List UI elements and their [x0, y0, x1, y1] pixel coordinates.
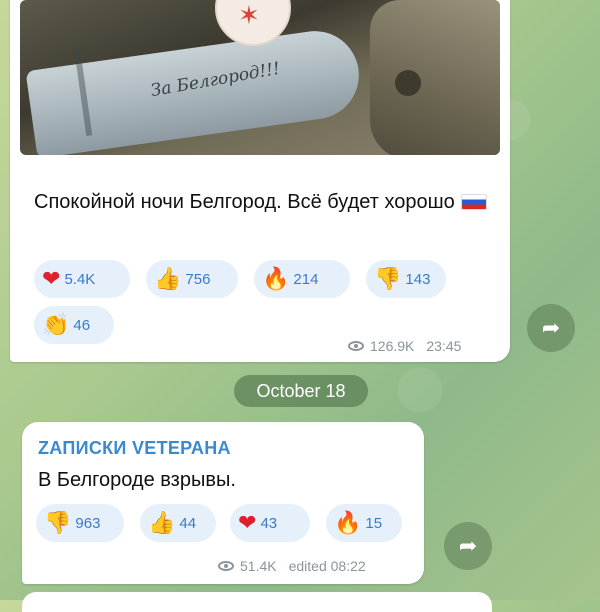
channel-post-2: ZАПИСКИ VЕТЕРАНА В Белгороде взрывы. 👎 9…	[22, 422, 424, 584]
forward-button-1[interactable]: ➦	[527, 304, 575, 352]
reaction-clap[interactable]: 👏 46	[34, 306, 114, 344]
reaction-heart[interactable]: ❤ 5.4K	[34, 260, 130, 298]
reaction-count: 5.4K	[64, 270, 96, 288]
clapping-hands-icon: 👏	[42, 312, 70, 337]
post-time: edited 08:22	[288, 558, 366, 574]
reaction-thumbs-down[interactable]: 👎 143	[366, 260, 446, 298]
red-heart-icon: ❤	[42, 266, 61, 291]
post-photo[interactable]: За Белгород!!! ✶	[20, 0, 500, 155]
reaction-count: 143	[405, 270, 431, 288]
reaction-thumbs-up[interactable]: 👍 44	[140, 504, 216, 542]
view-count: 126.9K	[370, 338, 415, 354]
reaction-count: 44	[179, 514, 197, 532]
photo-rock-hole	[395, 70, 421, 96]
reaction-count: 214	[293, 270, 319, 288]
forward-button-2[interactable]: ➦	[444, 522, 492, 570]
thumbs-up-icon: 👍	[154, 266, 182, 291]
reaction-thumbs-up[interactable]: 👍 756	[146, 260, 238, 298]
next-message-edge	[22, 592, 492, 612]
reaction-fire[interactable]: 🔥 15	[326, 504, 402, 542]
views-eye-icon	[348, 341, 364, 351]
fire-icon: 🔥	[262, 266, 290, 291]
reaction-count: 15	[365, 514, 383, 532]
view-count: 51.4K	[240, 558, 277, 574]
channel-name[interactable]: ZАПИСКИ VЕТЕРАНА	[38, 438, 231, 459]
reaction-count: 963	[75, 514, 101, 532]
photo-rock	[370, 0, 500, 155]
channel-post-1: За Белгород!!! ✶ Спокойной ночи Белгород…	[10, 0, 510, 362]
post-meta: 126.9K 23:45	[348, 338, 461, 354]
post-text: Спокойной ночи Белгород. Всё будет хорош…	[34, 188, 494, 216]
post-meta: 51.4K edited 08:22	[218, 558, 366, 574]
reaction-thumbs-down[interactable]: 👎 963	[36, 504, 124, 542]
reaction-count: 46	[73, 316, 91, 334]
post-text-content: Спокойной ночи Белгород. Всё будет хорош…	[34, 191, 455, 213]
fire-icon: 🔥	[334, 510, 362, 535]
reaction-heart[interactable]: ❤ 43	[230, 504, 310, 542]
reaction-count: 756	[185, 270, 211, 288]
views-eye-icon	[218, 561, 234, 571]
date-separator: October 18	[234, 375, 368, 407]
logo-star-icon: ✶	[238, 0, 260, 30]
forward-arrow-icon: ➦	[541, 315, 561, 340]
forward-arrow-icon: ➦	[458, 533, 478, 558]
russia-flag-icon	[460, 194, 487, 210]
reaction-fire[interactable]: 🔥 214	[254, 260, 350, 298]
reaction-count: 43	[260, 514, 278, 532]
post-time: 23:45	[426, 338, 462, 354]
post-text: В Белгороде взрывы.	[38, 469, 236, 491]
thumbs-down-icon: 👎	[44, 510, 72, 535]
thumbs-up-icon: 👍	[148, 510, 176, 535]
date-label: October 18	[256, 380, 346, 401]
thumbs-down-icon: 👎	[374, 266, 402, 291]
red-heart-icon: ❤	[238, 510, 257, 535]
